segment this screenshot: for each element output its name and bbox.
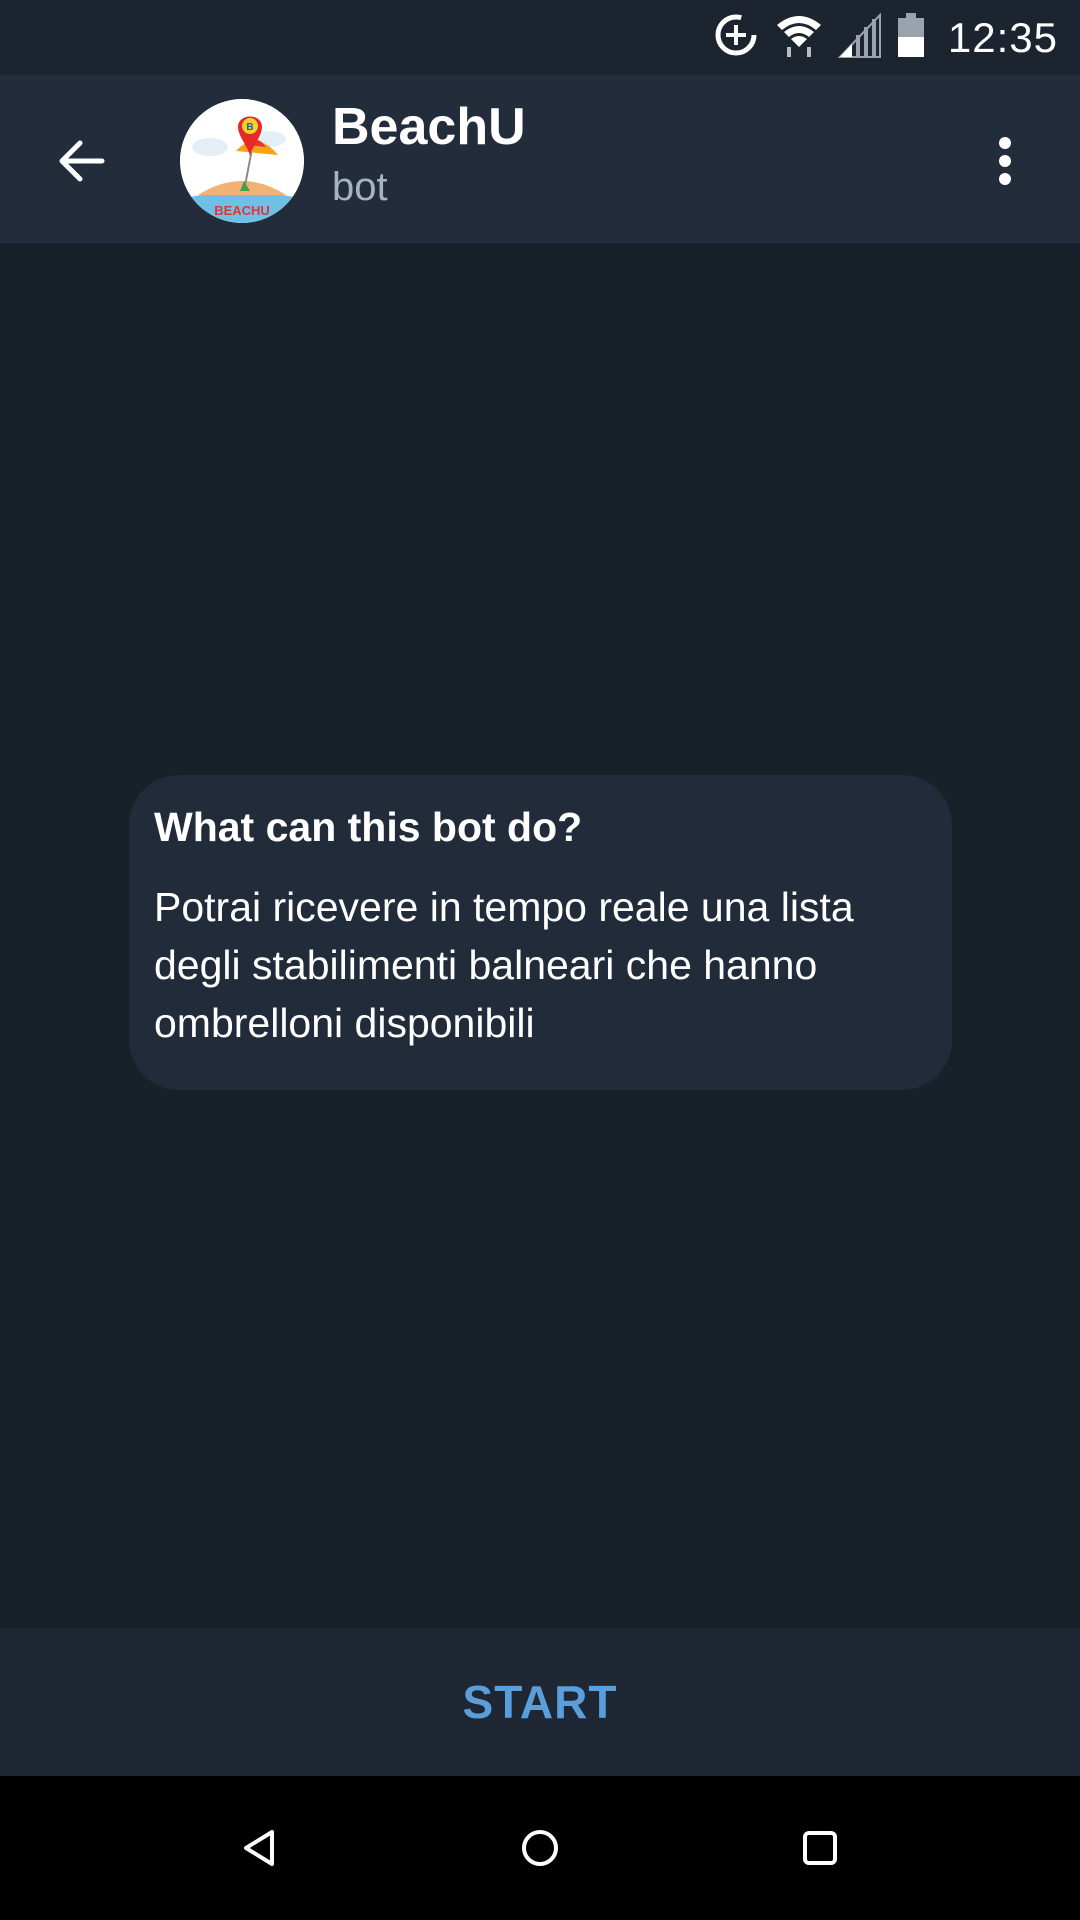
bot-info-card: What can this bot do? Potrai ricevere in…	[129, 775, 952, 1090]
chat-header: B BEACHU BeachU bot	[0, 75, 1080, 243]
beachu-logo: B BEACHU	[180, 99, 304, 223]
nav-home-button[interactable]	[500, 1808, 580, 1888]
chat-subtitle: bot	[332, 165, 388, 209]
status-bar: 12:35	[0, 0, 1080, 75]
nav-recents-button[interactable]	[780, 1808, 860, 1888]
chat-title[interactable]: BeachU	[332, 97, 526, 157]
bot-info-title: What can this bot do?	[154, 804, 583, 850]
wifi-icon	[774, 11, 824, 64]
bot-info-description: Potrai ricevere in tempo reale una lista…	[154, 884, 854, 1046]
back-arrow-icon	[59, 140, 105, 182]
more-vert-icon	[999, 137, 1011, 185]
back-button[interactable]	[40, 119, 124, 203]
status-time: 12:35	[947, 13, 1058, 61]
start-button[interactable]: START	[0, 1628, 1080, 1776]
battery-icon	[896, 11, 926, 64]
more-options-button[interactable]	[970, 119, 1040, 203]
avatar[interactable]: B BEACHU	[180, 99, 304, 223]
chat-area[interactable]: What can this bot do? Potrai ricevere in…	[0, 243, 1080, 1628]
signal-icon	[837, 11, 882, 64]
data-saver-icon	[712, 11, 760, 64]
system-nav-bar	[0, 1776, 1080, 1920]
start-button-label: START	[462, 1676, 618, 1728]
recents-square-icon	[803, 1831, 837, 1865]
nav-back-button[interactable]	[220, 1808, 300, 1888]
back-triangle-icon	[244, 1830, 274, 1866]
status-icons: 12:35	[712, 0, 1058, 75]
avatar-logo-text: BEACHU	[214, 203, 270, 218]
avatar-pin-letter: B	[246, 122, 253, 133]
home-circle-icon	[522, 1830, 558, 1866]
